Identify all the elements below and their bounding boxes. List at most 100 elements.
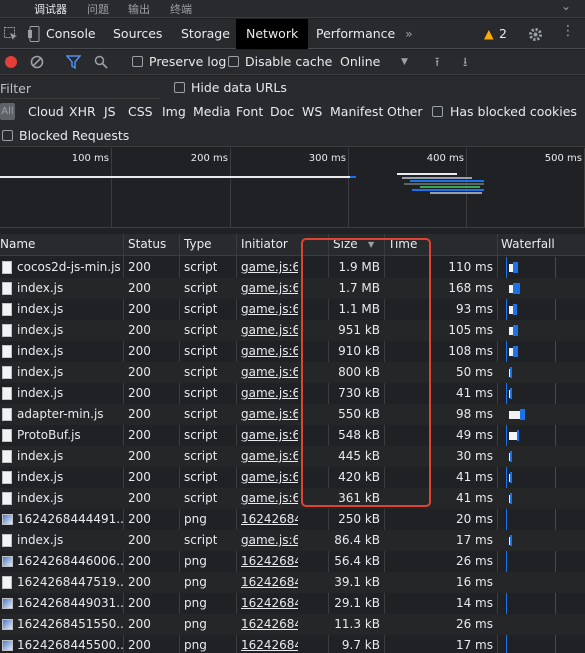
type-filter-js[interactable]: JS (104, 104, 116, 119)
tab-console[interactable]: Console (36, 19, 106, 49)
waterfall-download-bar (513, 325, 518, 336)
tab-network[interactable]: Network (236, 19, 309, 49)
request-initiator[interactable]: game.js:67 (241, 260, 298, 274)
request-initiator[interactable]: game.js:67 (241, 470, 298, 484)
waterfall-download-bar (510, 535, 512, 546)
warning-icon[interactable]: ▲ (484, 26, 494, 41)
settings-gear-icon[interactable] (528, 27, 543, 42)
request-row[interactable]: index.js200scriptgame.js:671.1 MB93 ms (0, 299, 585, 320)
file-icon (2, 387, 12, 400)
export-har-icon[interactable]: ⭳ (463, 53, 467, 74)
drawer-tab-debugger[interactable]: 调试器 (34, 1, 67, 17)
request-row[interactable]: 1624268449031...200 png 1624268449... 29.1 … (0, 593, 585, 614)
request-name: index.js (17, 365, 64, 379)
request-row[interactable]: index.js200scriptgame.js:67420 kB41 ms (0, 467, 585, 488)
chevron-down-icon[interactable]: ⌄ (561, 0, 571, 13)
request-initiator[interactable]: game.js:67 (241, 407, 298, 421)
request-initiator[interactable]: game.js:67 (241, 365, 298, 379)
request-initiator[interactable]: 1624268451... (241, 617, 298, 631)
request-initiator[interactable]: game.js:67 (241, 344, 298, 358)
tab-performance[interactable]: Performance (306, 19, 405, 49)
column-header-name[interactable]: Name (0, 237, 35, 251)
type-filter-css[interactable]: CSS (128, 104, 153, 119)
filter-input[interactable]: Filter (0, 81, 160, 99)
drawer-tab-problems[interactable]: 问题 (87, 1, 109, 17)
drawer-tab-output[interactable]: 输出 (128, 1, 150, 17)
type-filter-all[interactable]: All (0, 103, 15, 120)
request-initiator[interactable]: game.js:67 (241, 323, 298, 337)
type-filter-cloud[interactable]: Cloud (28, 104, 64, 119)
hide-data-urls-checkbox[interactable] (174, 82, 185, 93)
request-initiator[interactable]: 1624268447... (241, 575, 298, 589)
request-row[interactable]: cocos2d-js-min.js200scriptgame.js:671.9 … (0, 257, 585, 278)
request-initiator[interactable]: 1624268449... (241, 596, 298, 610)
request-row[interactable]: 1624268445500...200 png 1624268445... 9.7 k… (0, 635, 585, 653)
request-status: 200 (128, 512, 151, 526)
request-initiator[interactable]: 1624268444... (241, 512, 298, 526)
request-row[interactable]: 1624268451550...200 png 1624268451... 11.3 … (0, 614, 585, 635)
tab-storage[interactable]: Storage (171, 19, 240, 49)
type-filter-img[interactable]: Img (162, 104, 186, 119)
search-icon[interactable] (94, 55, 108, 69)
request-initiator[interactable]: 1624268445... (241, 638, 298, 652)
type-filter-other[interactable]: Other (387, 104, 423, 119)
drawer-tab-terminal[interactable]: 终端 (170, 1, 192, 17)
request-status: 200 (128, 407, 151, 421)
request-initiator[interactable]: game.js:67 (241, 386, 298, 400)
request-status: 200 (128, 533, 151, 547)
filter-funnel-icon[interactable] (66, 55, 81, 69)
request-initiator[interactable]: game.js:67 (241, 281, 298, 295)
request-status: 200 (128, 365, 151, 379)
request-row[interactable]: index.js200scriptgame.js:67800 kB50 ms (0, 362, 585, 383)
request-initiator[interactable]: game.js:67 (241, 491, 298, 505)
inspect-element-icon[interactable] (4, 27, 18, 41)
column-header-initiator[interactable]: Initiator (241, 237, 288, 251)
request-row[interactable]: adapter-min.js200scriptgame.js:67550 kB9… (0, 404, 585, 425)
throttling-select[interactable]: Online (340, 54, 380, 69)
warnings-count: 2 (499, 26, 507, 41)
type-filter-font[interactable]: Font (236, 104, 263, 119)
request-size: 56.4 kB (334, 554, 380, 568)
request-row[interactable]: index.js200scriptgame.js:67361 kB41 ms (0, 488, 585, 509)
request-initiator[interactable]: 1624268446... (241, 554, 298, 568)
request-row[interactable]: 1624268447519...200 png 1624268447... 39.1 … (0, 572, 585, 593)
request-initiator[interactable]: game.js:67 (241, 428, 298, 442)
request-row[interactable]: index.js 200 script game.js:67 86.4 kB 17 ms (0, 530, 585, 551)
request-row[interactable]: ProtoBuf.js200scriptgame.js:67548 kB49 m… (0, 425, 585, 446)
request-name: index.js (17, 302, 64, 316)
request-row[interactable]: index.js200scriptgame.js:67445 kB30 ms (0, 446, 585, 467)
disable-cache-checkbox[interactable] (228, 56, 239, 67)
request-row[interactable]: 1624268446006...200 png 1624268446... 56.4 … (0, 551, 585, 572)
filter-bar: Filter Hide data URLs (0, 76, 585, 100)
request-initiator[interactable]: game.js:67 (241, 533, 298, 547)
request-initiator[interactable]: game.js:67 (241, 449, 298, 463)
clear-icon[interactable] (30, 55, 44, 69)
column-header-type[interactable]: Type (184, 237, 212, 251)
request-row[interactable]: index.js200scriptgame.js:67951 kB105 ms (0, 320, 585, 341)
file-icon (2, 492, 12, 505)
more-options-icon[interactable]: ⋮ (561, 23, 575, 39)
type-filter-media[interactable]: Media (193, 104, 231, 119)
waterfall-download-bar (513, 262, 518, 273)
type-filter-xhr[interactable]: XHR (69, 104, 96, 119)
request-row[interactable]: 1624268444491...200 png 1624268444... 250 k… (0, 509, 585, 530)
type-filter-manifest[interactable]: Manifest (330, 104, 383, 119)
more-tabs-button[interactable]: » (405, 26, 413, 41)
type-filter-doc[interactable]: Doc (270, 104, 294, 119)
type-filter-ws[interactable]: WS (302, 104, 322, 119)
dropdown-arrow-icon[interactable]: ▼ (401, 57, 408, 67)
overview-timeline[interactable]: 100 ms 200 ms 300 ms 400 ms 500 ms (0, 148, 585, 228)
tab-sources[interactable]: Sources (103, 19, 172, 49)
record-button[interactable] (5, 56, 17, 68)
request-row[interactable]: index.js200scriptgame.js:67730 kB41 ms (0, 383, 585, 404)
import-har-icon[interactable]: ⭱ (435, 53, 439, 74)
column-header-waterfall[interactable]: Waterfall (501, 237, 555, 251)
request-row[interactable]: index.js200scriptgame.js:671.7 MB168 ms (0, 278, 585, 299)
has-blocked-cookies-checkbox[interactable] (432, 106, 443, 117)
request-initiator[interactable]: game.js:67 (241, 302, 298, 316)
blocked-requests-checkbox[interactable] (2, 130, 13, 141)
waterfall-download-bar (513, 304, 517, 315)
column-header-status[interactable]: Status (128, 237, 166, 251)
request-row[interactable]: index.js200scriptgame.js:67910 kB108 ms (0, 341, 585, 362)
preserve-log-checkbox[interactable] (132, 56, 143, 67)
